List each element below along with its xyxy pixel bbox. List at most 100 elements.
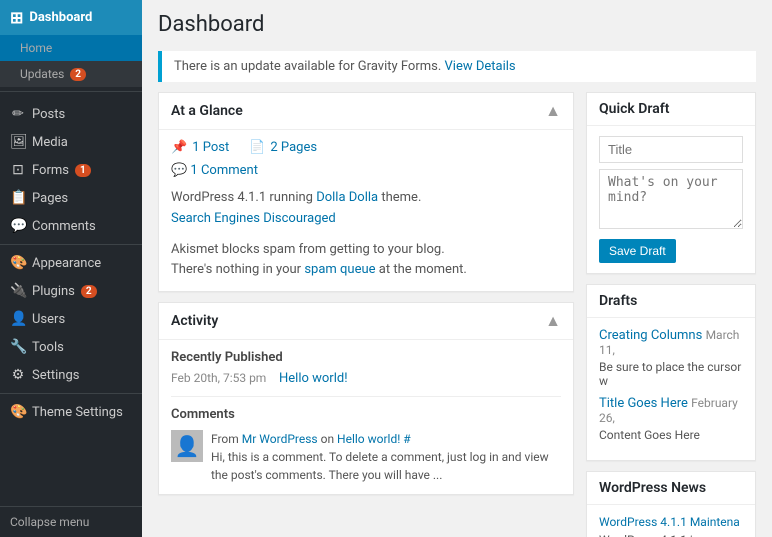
quick-draft-widget: Quick Draft Save Draft: [586, 92, 756, 274]
at-a-glance-body: 📌 1 Post 📄 2 Pages 💬 1 Comment: [159, 130, 573, 291]
plugins-label: Plugins: [32, 284, 75, 299]
sidebar-item-theme-settings[interactable]: 🎨 Theme Settings: [0, 398, 142, 426]
users-label: Users: [32, 312, 65, 327]
theme-link[interactable]: Dolla Dolla: [316, 190, 378, 205]
drafts-header: Drafts: [587, 285, 755, 318]
wp-news-link-1[interactable]: WordPress 4.1.1 Maintena: [599, 515, 740, 529]
draft-2-link[interactable]: Title Goes Here: [599, 396, 688, 411]
comments-title: Comments: [171, 407, 561, 422]
post-count-link[interactable]: 1 Post: [192, 140, 229, 155]
comments-label: Comments: [32, 219, 96, 234]
sidebar-header[interactable]: ⊞ Dashboard: [0, 0, 142, 35]
dashboard-columns: At a Glance ▲ 📌 1 Post 📄 2 Pages: [158, 92, 756, 537]
draft-item-1: Creating Columns March 11, Be sure to pl…: [599, 328, 743, 388]
wp-news-text-1: WordPress 4.1.1 is now availa: [599, 533, 743, 537]
sidebar-item-posts[interactable]: ✏ Posts: [0, 100, 142, 128]
drafts-title: Drafts: [599, 293, 637, 309]
main-column: At a Glance ▲ 📌 1 Post 📄 2 Pages: [158, 92, 574, 537]
draft-item-2: Title Goes Here February 26, Content Goe…: [599, 396, 743, 442]
media-label: Media: [32, 135, 68, 150]
sidebar-item-comments[interactable]: 💬 Comments: [0, 212, 142, 240]
sidebar-brand-label: Dashboard: [29, 10, 92, 25]
dashboard-icon: ⊞: [10, 8, 23, 27]
plugins-icon: 🔌: [10, 283, 26, 299]
comment-item: 👤 From Mr WordPress on Hello world! # Hi…: [171, 430, 561, 484]
comment-count-link[interactable]: 1 Comment: [190, 163, 258, 178]
wp-news-title: WordPress News: [599, 480, 706, 496]
commenter-link[interactable]: Mr WordPress: [242, 432, 318, 446]
draft-1-link[interactable]: Creating Columns: [599, 328, 702, 343]
draft-1-text: Be sure to place the cursor w: [599, 360, 743, 388]
users-icon: 👤: [10, 311, 26, 327]
collapse-menu-button[interactable]: Collapse menu: [0, 506, 142, 537]
drafts-body: Creating Columns March 11, Be sure to pl…: [587, 318, 755, 460]
sidebar-item-forms[interactable]: ⊡ Forms 1: [0, 156, 142, 184]
comment-content: From Mr WordPress on Hello world! # Hi, …: [211, 430, 561, 484]
sidebar-item-users[interactable]: 👤 Users: [0, 305, 142, 333]
pub-link[interactable]: Hello world!: [279, 371, 348, 386]
quick-draft-title: Quick Draft: [599, 101, 669, 117]
sidebar-item-plugins[interactable]: 🔌 Plugins 2: [0, 277, 142, 305]
draft-body-input[interactable]: [599, 169, 743, 229]
page-title: Dashboard: [158, 12, 756, 37]
wp-running-text: running: [269, 190, 316, 205]
search-engines-link[interactable]: Search Engines Discouraged: [171, 211, 336, 226]
quick-draft-header: Quick Draft: [587, 93, 755, 126]
glance-wp-info: WordPress 4.1.1 running Dolla Dolla them…: [171, 188, 561, 230]
sidebar-item-appearance[interactable]: 🎨 Appearance: [0, 249, 142, 277]
plugins-badge: 2: [81, 285, 97, 298]
wp-news-body: WordPress 4.1.1 Maintena WordPress 4.1.1…: [587, 505, 755, 537]
at-a-glance-collapse[interactable]: ▲: [545, 101, 561, 121]
activity-title: Activity: [171, 313, 218, 329]
sidebar-item-settings[interactable]: ⚙ Settings: [0, 361, 142, 389]
comment-avatar: 👤: [171, 430, 203, 462]
at-a-glance-widget: At a Glance ▲ 📌 1 Post 📄 2 Pages: [158, 92, 574, 292]
sidebar-nav: ✏ Posts 🖼 Media ⊡ Forms 1 📋 Pages 💬 Comm…: [0, 96, 142, 430]
sidebar-item-tools[interactable]: 🔧 Tools: [0, 333, 142, 361]
sidebar: ⊞ Dashboard Home Updates 2 ✏ Posts 🖼 Med…: [0, 0, 142, 537]
comment-on-text: on: [321, 432, 337, 446]
draft-title-input[interactable]: [599, 136, 743, 163]
glance-akismet: Akismet blocks spam from getting to your…: [171, 240, 561, 282]
sidebar-item-media[interactable]: 🖼 Media: [0, 128, 142, 156]
settings-icon: ⚙: [10, 367, 26, 383]
save-draft-button[interactable]: Save Draft: [599, 239, 676, 263]
glance-comment-stat[interactable]: 💬 1 Comment: [171, 163, 561, 178]
sidebar-item-updates[interactable]: Updates 2: [0, 61, 142, 87]
forms-label: Forms: [32, 163, 69, 178]
posts-icon: ✏: [10, 106, 26, 122]
wp-news-item-1: WordPress 4.1.1 Maintena: [599, 515, 743, 529]
pages-icon: 📋: [10, 190, 26, 206]
theme-settings-label: Theme Settings: [32, 405, 123, 420]
activity-collapse[interactable]: ▲: [545, 311, 561, 331]
notice-view-details-link[interactable]: View Details: [445, 59, 516, 74]
spam-text2: at the moment.: [379, 262, 467, 277]
comment-stat-icon: 💬: [171, 163, 187, 178]
drafts-widget: Drafts Creating Columns March 11, Be sur…: [586, 284, 756, 461]
comment-body-text: Hi, this is a comment. To delete a comme…: [211, 450, 549, 482]
glance-post-stat[interactable]: 📌 1 Post: [171, 140, 229, 155]
activity-widget: Activity ▲ Recently Published Feb 20th, …: [158, 302, 574, 495]
media-icon: 🖼: [10, 134, 26, 150]
sidebar-item-pages[interactable]: 📋 Pages: [0, 184, 142, 212]
wp-news-widget: WordPress News WordPress 4.1.1 Maintena …: [586, 471, 756, 537]
appearance-label: Appearance: [32, 256, 101, 271]
activity-header: Activity ▲: [159, 303, 573, 340]
avatar-icon: 👤: [175, 434, 200, 458]
sidebar-item-home[interactable]: Home: [0, 35, 142, 61]
akismet-text: Akismet blocks spam from getting to your…: [171, 242, 445, 257]
at-a-glance-header: At a Glance ▲: [159, 93, 573, 130]
appearance-icon: 🎨: [10, 255, 26, 271]
page-count-link[interactable]: 2 Pages: [270, 140, 317, 155]
spam-queue-link[interactable]: spam queue: [304, 262, 375, 277]
page-icon: 📄: [249, 140, 265, 155]
wp-theme-text2: theme.: [381, 190, 421, 205]
activity-pub-item: Feb 20th, 7:53 pm Hello world!: [171, 371, 561, 386]
at-a-glance-title: At a Glance: [171, 103, 243, 119]
pages-label: Pages: [32, 191, 68, 206]
post-icon: 📌: [171, 140, 187, 155]
glance-page-stat[interactable]: 📄 2 Pages: [249, 140, 317, 155]
tools-label: Tools: [32, 340, 64, 355]
home-submenu: Home Updates 2: [0, 35, 142, 87]
comment-post-link[interactable]: Hello world! #: [337, 432, 411, 446]
